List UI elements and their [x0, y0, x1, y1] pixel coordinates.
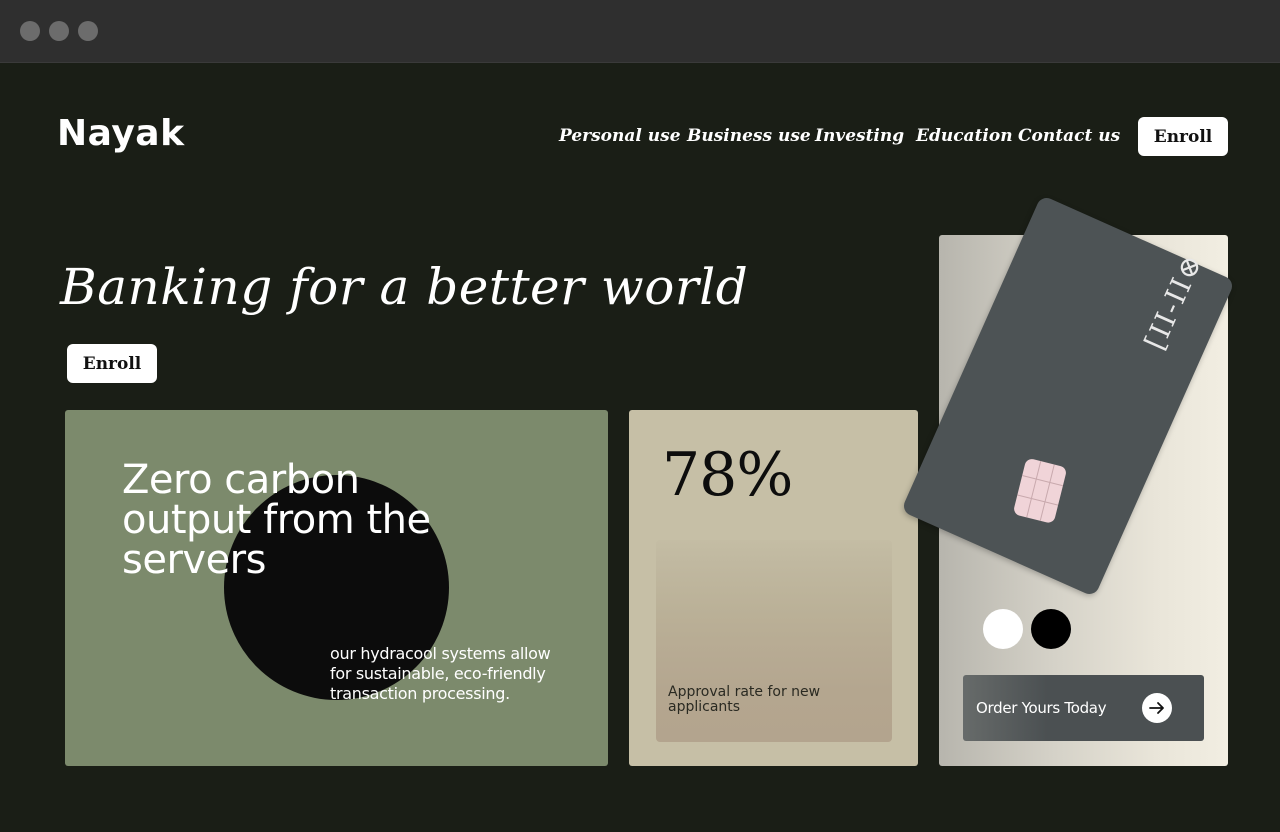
feature-title: Zero carbon output from the servers [122, 457, 431, 583]
nav-item-investing[interactable]: Investing [815, 126, 904, 146]
approval-rate-value: 78% [662, 440, 793, 510]
nav-item-education[interactable]: Education [916, 126, 1013, 146]
window-close-dot[interactable] [20, 21, 40, 41]
stat-gradient-panel: Approval rate for new applicants [656, 540, 892, 742]
order-today-button[interactable]: Order Yours Today [963, 675, 1204, 741]
window-minimize-dot[interactable] [49, 21, 69, 41]
card-chip-icon [1012, 457, 1068, 525]
window-maximize-dot[interactable] [78, 21, 98, 41]
main-nav: Personal use Business use Investing Educ… [0, 126, 1280, 150]
nav-item-business-use[interactable]: Business use [687, 126, 811, 146]
color-option-white[interactable] [983, 609, 1023, 649]
carbon-feature-card: Zero carbon output from the servers our … [65, 410, 608, 766]
arrow-right-icon [1142, 693, 1172, 723]
card-brand-mark: [II-II⊗ [1137, 247, 1210, 355]
approval-rate-caption: Approval rate for new applicants [668, 684, 821, 715]
feature-description: our hydracool systems allow for sustaina… [330, 644, 551, 703]
browser-chrome [0, 0, 1280, 63]
page: Nayak Personal use Business use Investin… [0, 63, 1280, 832]
hero-enroll-button[interactable]: Enroll [67, 344, 157, 383]
approval-stat-card: 78% Approval rate for new applicants [629, 410, 918, 766]
order-label: Order Yours Today [976, 699, 1107, 717]
hero-title: Banking for a better world [60, 258, 749, 316]
nav-item-contact-us[interactable]: Contact us [1018, 126, 1120, 146]
nav-item-personal-use[interactable]: Personal use [559, 126, 681, 146]
header-enroll-button[interactable]: Enroll [1138, 117, 1228, 156]
color-option-black[interactable] [1031, 609, 1071, 649]
